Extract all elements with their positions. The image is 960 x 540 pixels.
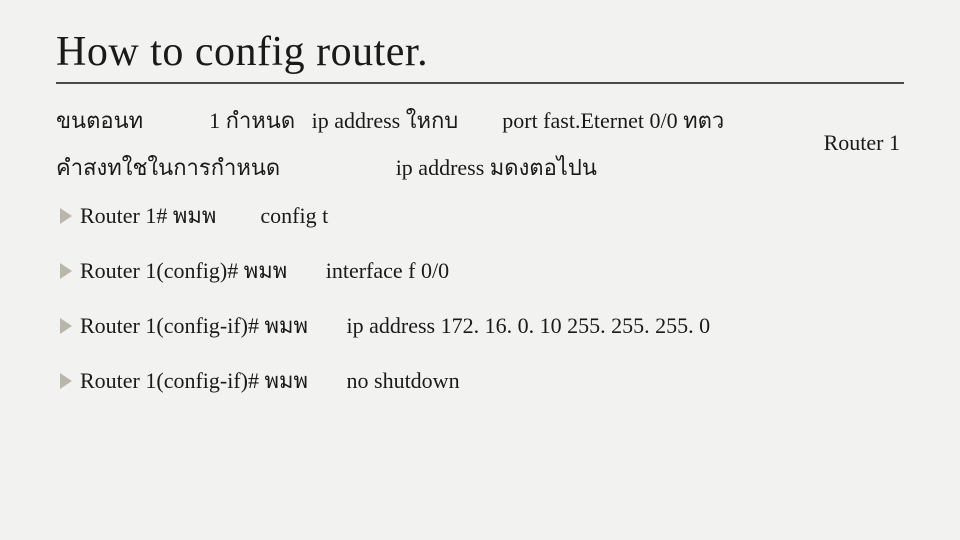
slide: How to config router. ขนตอนท 1 กำหนด ip … bbox=[0, 0, 960, 540]
list-item-text: Router 1(config-if)# พมพ ip address 172.… bbox=[80, 308, 710, 343]
list-item-text: Router 1# พมพ config t bbox=[80, 198, 328, 233]
list-item-text: Router 1(config)# พมพ interface f 0/0 bbox=[80, 253, 449, 288]
list-item: Router 1# พมพ config t bbox=[56, 198, 904, 233]
router-label: Router 1 bbox=[824, 130, 900, 156]
bullet-list: Router 1# พมพ config t Router 1(config)#… bbox=[56, 198, 904, 398]
chevron-right-icon bbox=[56, 316, 76, 336]
list-item-text: Router 1(config-if)# พมพ no shutdown bbox=[80, 363, 460, 398]
chevron-right-icon bbox=[56, 261, 76, 281]
list-item: Router 1(config-if)# พมพ ip address 172.… bbox=[56, 308, 904, 343]
page-title: How to config router. bbox=[56, 28, 904, 76]
title-rule bbox=[56, 82, 904, 84]
chevron-right-icon bbox=[56, 206, 76, 226]
chevron-right-icon bbox=[56, 371, 76, 391]
list-item: Router 1(config)# พมพ interface f 0/0 bbox=[56, 253, 904, 288]
body-line-2: คำสงทใชในการกำหนด ip address มดงตอไปน bbox=[56, 151, 904, 184]
body-line-1: ขนตอนท 1 กำหนด ip address ใหกบ port fast… bbox=[56, 104, 904, 137]
list-item: Router 1(config-if)# พมพ no shutdown bbox=[56, 363, 904, 398]
